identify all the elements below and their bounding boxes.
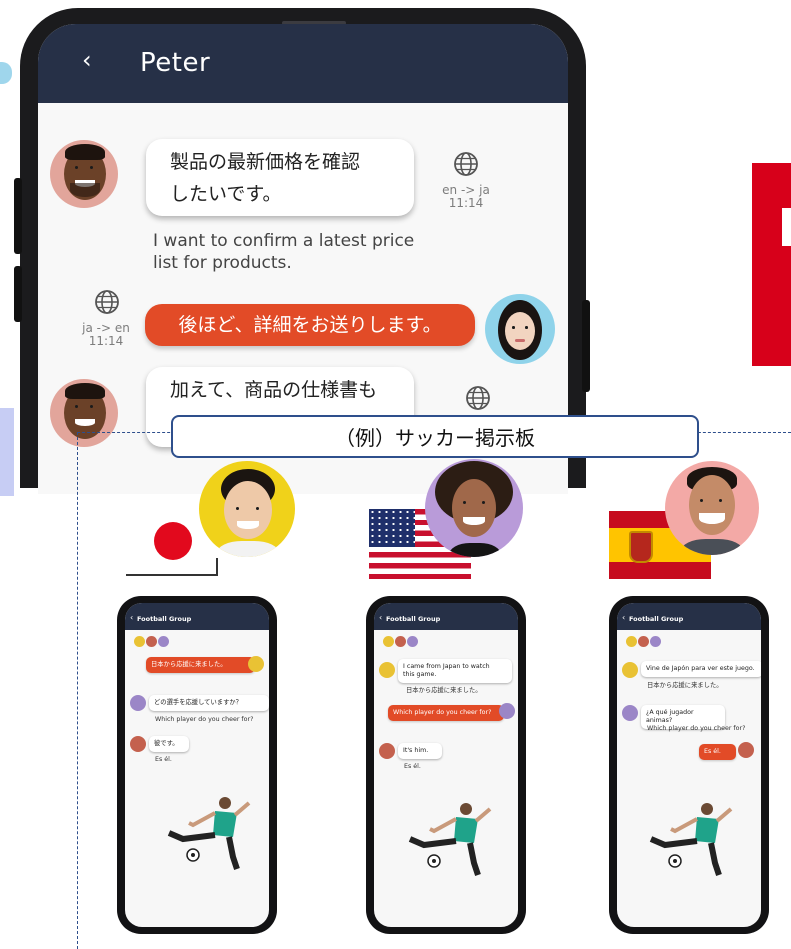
message-translation: list for products. (153, 253, 292, 273)
group-avatar (134, 636, 145, 647)
group-title: Football Group (137, 615, 192, 623)
avatar (622, 705, 638, 721)
avatar-user (485, 294, 555, 364)
phone-japan: ‹ Football Group 日本から応援に来ました。 どの選手を応援してい… (117, 596, 277, 934)
message-bubble-outgoing[interactable]: 日本から応援に来ました。 (146, 657, 255, 673)
group-avatar (638, 636, 649, 647)
message-translation: Es él. (155, 756, 172, 763)
chat-screen: ‹ Football Group Vine de Japón para ver … (617, 603, 761, 927)
avatar-peter (50, 379, 118, 447)
chat-screen: ‹ Football Group 日本から応援に来ました。 どの選手を応援してい… (125, 603, 269, 927)
translation-direction: en -> ja (442, 183, 490, 197)
dashed-frame-left (77, 432, 78, 949)
message-bubble-incoming[interactable]: Vine de Japón para ver este juego. (641, 661, 761, 677)
avatar (622, 662, 638, 678)
avatar (738, 742, 754, 758)
phone-side-button (582, 300, 590, 392)
soccer-player-image (649, 803, 733, 876)
message-bubble-incoming[interactable]: 彼です。 (149, 736, 189, 752)
group-avatar (650, 636, 661, 647)
chevron-left-icon[interactable]: ‹ (379, 613, 382, 622)
avatar-japan-user (199, 461, 295, 557)
chat-header: ‹ Football Group (617, 603, 761, 630)
avatar (499, 703, 515, 719)
phone-side-button (14, 266, 22, 322)
message-time: 11:14 (448, 196, 484, 210)
caption-label: （例）サッカー掲示板 (171, 415, 699, 458)
message-translation: Es él. (404, 763, 421, 770)
avatar-peter (50, 140, 118, 208)
message-translation: 日本から応援に来ました。 (647, 682, 723, 689)
avatar (130, 736, 146, 752)
soccer-player-image (408, 803, 492, 876)
globe-translate-icon[interactable] (93, 288, 121, 316)
group-avatar (146, 636, 157, 647)
message-bubble-incoming[interactable]: どの選手を応援していますか？ (149, 695, 269, 711)
chat-title: Peter (140, 48, 211, 78)
background-fragment (0, 62, 12, 84)
message-bubble-outgoing[interactable]: Which player do you cheer for? (388, 705, 504, 721)
avatar (379, 662, 395, 678)
message-bubble-incoming[interactable]: I came from Japan to watch this game. (398, 659, 512, 683)
phone-usa: ‹ Football Group I came from Japan to wa… (366, 596, 526, 934)
message-bubble-outgoing[interactable]: Es él. (699, 744, 736, 760)
group-avatar (407, 636, 418, 647)
chat-screen: ‹ Football Group I came from Japan to wa… (374, 603, 518, 927)
red-decoration (752, 163, 791, 366)
group-avatar (395, 636, 406, 647)
message-bubble-incoming[interactable]: 製品の最新価格を確認 したいです。 (146, 139, 414, 216)
message-text: 加えて、商品の仕様書も (170, 379, 378, 401)
message-bubble-outgoing[interactable]: 後ほど、詳細をお送りします。 (145, 304, 475, 346)
message-text: したいです。 (170, 183, 282, 205)
message-time: 11:14 (88, 334, 124, 348)
message-translation: I want to confirm a latest price (153, 231, 415, 251)
message-text: 製品の最新価格を確認 (170, 151, 361, 173)
group-title: Football Group (629, 615, 684, 623)
translation-direction: ja -> en (82, 321, 130, 335)
avatar (379, 743, 395, 759)
group-title: Football Group (386, 615, 441, 623)
message-bubble-incoming[interactable]: It's him. (398, 743, 442, 759)
message-text: 後ほど、詳細をお送りします。 (178, 314, 442, 336)
message-translation: Which player do you cheer for? (155, 716, 254, 723)
group-avatar (158, 636, 169, 647)
avatar (130, 695, 146, 711)
avatar-usa-user (425, 459, 523, 557)
group-avatar (626, 636, 637, 647)
chevron-left-icon[interactable]: ‹ (622, 613, 625, 622)
avatar-spain-user (665, 461, 759, 555)
chat-header: ‹ Football Group (374, 603, 518, 630)
chevron-left-icon[interactable]: ‹ (82, 46, 92, 74)
globe-translate-icon[interactable] (464, 384, 492, 412)
chat-header: ‹ Football Group (125, 603, 269, 630)
message-translation: 日本から応援に来ました。 (406, 687, 482, 694)
background-fragment (0, 408, 14, 496)
message-translation: Which player do you cheer for? (647, 725, 746, 732)
phone-spain: ‹ Football Group Vine de Japón para ver … (609, 596, 769, 934)
chevron-left-icon[interactable]: ‹ (130, 613, 133, 622)
globe-translate-icon[interactable] (452, 150, 480, 178)
avatar (248, 656, 264, 672)
soccer-player-image (167, 797, 251, 870)
red-decoration-notch (782, 208, 791, 246)
phone-side-button (14, 178, 22, 254)
group-avatar (383, 636, 394, 647)
chat-header: ‹ Peter (38, 24, 568, 103)
